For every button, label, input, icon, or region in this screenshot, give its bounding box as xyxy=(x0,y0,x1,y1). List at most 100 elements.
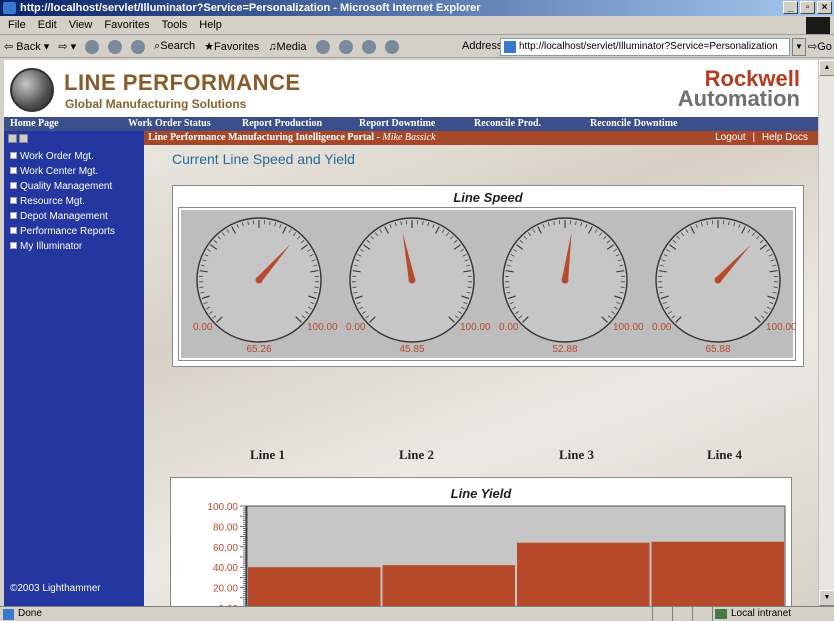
scroll-up-icon[interactable]: ▲ xyxy=(819,60,834,76)
yield-bar xyxy=(248,567,381,606)
gauge-value-label: 65.26 xyxy=(246,344,271,355)
menu-tools[interactable]: Tools xyxy=(162,19,188,31)
speed-gauge: 0.00 100.00 52.88 xyxy=(499,217,644,355)
gauge-hub xyxy=(255,276,263,284)
sidebar-item-performance[interactable]: Performance Reports xyxy=(10,224,115,239)
sidebar-item-work-center[interactable]: Work Center Mgt. xyxy=(10,164,115,179)
media-button[interactable]: ♫Media xyxy=(268,41,306,53)
menu-bar: File Edit View Favorites Tools Help xyxy=(0,16,834,35)
sidebar-item-work-order[interactable]: Work Order Mgt. xyxy=(10,149,115,164)
bullet-icon xyxy=(10,227,17,234)
sidebar-expand-icon[interactable] xyxy=(8,134,17,143)
favorites-button[interactable]: ★Favorites xyxy=(204,40,259,53)
main-content: Current Line Speed and Yield Line Speed … xyxy=(144,145,818,606)
edit-icon[interactable] xyxy=(384,39,399,54)
brand-title: LINE PERFORMANCE xyxy=(64,70,301,95)
go-button[interactable]: ⇨Go xyxy=(808,40,832,53)
stop-icon[interactable] xyxy=(85,39,100,54)
bullet-icon xyxy=(10,167,17,174)
sidebar-item-resource[interactable]: Resource Mgt. xyxy=(10,194,115,209)
search-button[interactable]: ⌕Search xyxy=(154,40,195,53)
line-speed-panel: Line Speed 0.00 100.00 65.26 0.00 100.00 45.8… xyxy=(172,185,804,367)
gauge-hub xyxy=(561,276,569,284)
sidebar-item-my-illuminator[interactable]: My Illuminator xyxy=(10,239,115,254)
bullet-icon xyxy=(10,242,17,249)
gauge-tick xyxy=(314,286,319,288)
gauge-max-label: 100.00 xyxy=(613,322,644,333)
gauge-area: 0.00 100.00 65.26 0.00 100.00 45.85 0.00 100.00… xyxy=(178,207,797,361)
portal-title: Line Performance Manufacturing Intellige… xyxy=(148,132,383,143)
line-label-4: Line 4 xyxy=(707,447,743,462)
menu-file[interactable]: File xyxy=(8,19,26,31)
y-tick-label: 100.00 xyxy=(207,502,238,513)
page-viewport: LINE PERFORMANCE Global Manufacturing So… xyxy=(4,60,818,606)
line-yield-panel: Line Yield 0.00 20.00 40.00 60.00 80.00 100.0… xyxy=(170,477,792,606)
sidebar-close-icon[interactable] xyxy=(19,134,28,143)
gauge-value-label: 52.88 xyxy=(552,344,577,355)
bullet-icon xyxy=(10,182,17,189)
favorites-icon: ★ xyxy=(204,41,215,53)
menu-edit[interactable]: Edit xyxy=(38,19,57,31)
yield-bar xyxy=(517,542,650,606)
print-icon[interactable] xyxy=(361,39,376,54)
line-speed-title: Line Speed xyxy=(453,190,523,205)
automation-logo: Automation xyxy=(677,86,800,111)
history-icon[interactable] xyxy=(315,39,330,54)
nav-reconcile-downtime[interactable]: Reconcile Downtime xyxy=(590,118,677,129)
bullet-icon xyxy=(10,212,17,219)
line-label-1: Line 1 xyxy=(250,447,286,462)
minimize-button[interactable]: _ xyxy=(783,1,798,14)
page-title: Current Line Speed and Yield xyxy=(172,151,355,167)
back-button[interactable]: ⇦ Back ▾ xyxy=(4,40,49,53)
menu-favorites[interactable]: Favorites xyxy=(104,19,149,31)
address-input[interactable]: http://localhost/servlet/Illuminator?Ser… xyxy=(500,38,790,56)
gauge-tick xyxy=(199,286,204,288)
gauge-tick xyxy=(620,286,625,288)
yield-chart-svg: 0.0020.0040.0060.0080.00100.00 xyxy=(207,502,786,606)
windows-logo-icon xyxy=(806,17,830,34)
status-bar: Done Local intranet xyxy=(0,606,834,621)
address-value: http://localhost/servlet/Illuminator?Ser… xyxy=(519,41,778,52)
gauge-min-label: 0.00 xyxy=(193,322,213,333)
gauge-tick xyxy=(658,286,663,288)
address-label: Address xyxy=(462,40,503,52)
bullet-icon xyxy=(10,197,17,204)
security-zone: Local intranet xyxy=(712,607,816,621)
status-text: Done xyxy=(18,608,42,619)
window-titlebar: http://localhost/servlet/Illuminator?Ser… xyxy=(0,0,834,16)
help-docs-link[interactable]: Help Docs xyxy=(762,132,808,143)
menu-help[interactable]: Help xyxy=(199,19,222,31)
gauge-hub xyxy=(714,276,722,284)
sidebar-item-depot[interactable]: Depot Management xyxy=(10,209,115,224)
gauge-tick xyxy=(505,286,510,288)
maximize-button[interactable]: ▫ xyxy=(800,1,815,14)
scroll-down-icon[interactable]: ▼ xyxy=(819,590,834,606)
nav-report-production[interactable]: Report Production xyxy=(242,118,322,129)
nav-work-order-status[interactable]: Work Order Status xyxy=(128,118,211,129)
portal-bar: Line Performance Manufacturing Intellige… xyxy=(144,131,818,145)
brand-subtitle: Global Manufacturing Solutions xyxy=(65,97,247,111)
sidebar-item-quality[interactable]: Quality Management xyxy=(10,179,115,194)
yield-bar xyxy=(651,541,784,606)
gauge-tick xyxy=(352,286,357,288)
address-dropdown-button[interactable]: ▼ xyxy=(792,38,806,56)
ie-logo-icon xyxy=(3,2,16,14)
gauge-tick xyxy=(773,286,778,288)
y-tick-label: 60.00 xyxy=(213,543,238,554)
vertical-scrollbar[interactable]: ▲ ▼ xyxy=(818,60,834,606)
gauge-min-label: 0.00 xyxy=(652,322,672,333)
gauge-value-label: 45.85 xyxy=(399,344,424,355)
close-button[interactable]: × xyxy=(817,1,832,14)
home-icon[interactable] xyxy=(131,39,146,54)
menu-view[interactable]: View xyxy=(69,19,93,31)
media-icon: ♫ xyxy=(268,40,277,53)
status-segment xyxy=(692,607,693,621)
refresh-icon[interactable] xyxy=(108,39,123,54)
forward-button[interactable]: ⇨ ▾ xyxy=(58,40,76,53)
y-tick-label: 80.00 xyxy=(213,522,238,533)
nav-report-downtime[interactable]: Report Downtime xyxy=(359,118,435,129)
mail-icon[interactable] xyxy=(338,39,353,54)
nav-home[interactable]: Home Page xyxy=(10,118,59,129)
logout-link[interactable]: Logout xyxy=(715,132,746,143)
nav-reconcile-prod[interactable]: Reconcile Prod. xyxy=(474,118,541,129)
